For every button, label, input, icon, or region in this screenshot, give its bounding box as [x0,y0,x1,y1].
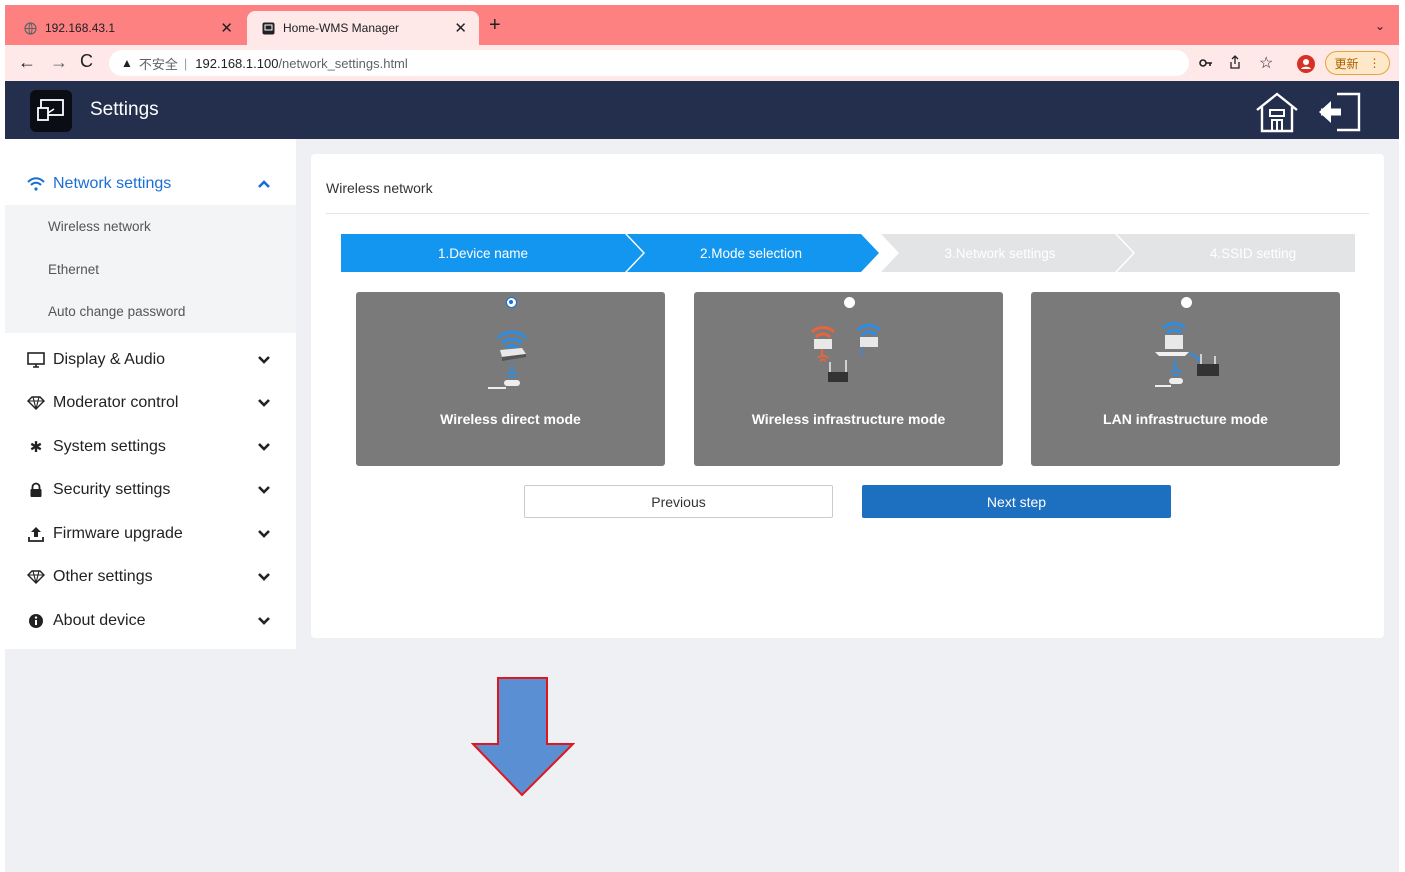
wireless-infrastructure-icon [798,316,898,402]
more-icon: ⋮ [1368,56,1381,70]
app-header: Settings [5,81,1399,139]
reload-icon[interactable]: C [80,51,93,71]
step-network-settings: 3.Network settings [944,245,1056,261]
sidebar-item-label: Display & Audio [53,351,166,368]
url-path: /network_settings.html [278,55,408,71]
browser-window: 192.168.43.1 ✕ Home-WMS Manager ✕ + ⌄ ← … [5,5,1399,872]
warning-icon: ▲ [121,56,133,70]
sidebar-item-label: Network settings [53,175,172,192]
close-icon[interactable]: ✕ [454,19,467,37]
divider [326,213,1369,214]
tab-title: 192.168.43.1 [45,21,116,35]
browser-tab-2[interactable]: Home-WMS Manager ✕ [247,11,479,45]
sidebar-item-system-settings[interactable]: ✱ System settings [5,426,296,468]
browser-tab-1[interactable]: 192.168.43.1 ✕ [9,11,245,45]
step-indicator: 1.Device name 2.Mode selection 3.Network… [341,234,1355,272]
browser-toolbar: ← → C ▲ 不安全 | 192.168.1.100 /network_set… [5,45,1399,81]
mode-label: Wireless infrastructure mode [751,411,946,427]
sidebar-item-about-device[interactable]: About device [5,600,296,642]
mode-radio[interactable] [844,297,855,308]
share-icon[interactable] [1229,55,1241,72]
sidebar-item-network-settings[interactable]: Network settings [5,163,296,205]
step-device-name: 1.Device name [437,245,529,261]
avatar[interactable] [1297,55,1315,73]
sidebar: Network settings Wireless network Ethern… [5,139,296,649]
mode-label: Wireless direct mode [440,411,581,427]
wireless-direct-icon [460,316,560,402]
submenu: Wireless network Ethernet Auto change pa… [5,205,296,333]
step-mode-selection: 2.Mode selection [699,245,803,261]
chevron-down-icon [256,395,272,411]
lan-infrastructure-icon [1135,316,1235,402]
lock-icon [27,481,45,499]
sidebar-item-label: Firmware upgrade [53,525,183,542]
sidebar-item-firmware-upgrade[interactable]: Firmware upgrade [5,513,296,555]
diamond-icon [27,394,45,412]
info-icon [27,612,45,630]
diamond-icon [27,568,45,586]
mode-card-wireless-infrastructure[interactable]: Wireless infrastructure mode [694,292,1003,466]
forward-icon[interactable]: → [50,52,68,72]
chevron-down-icon [256,439,272,455]
chevron-down-icon [256,482,272,498]
sidebar-item-label: System settings [53,438,166,455]
step-ssid-setting: 4.SSID setting [1209,245,1297,261]
app-favicon-icon [261,21,275,35]
chevron-down-icon [256,526,272,542]
new-tab-icon[interactable]: + [489,15,501,35]
chevron-down-icon[interactable]: ⌄ [1375,19,1385,33]
tab-title: Home-WMS Manager [283,21,400,35]
wifi-icon [27,175,45,193]
mode-radio[interactable] [1181,297,1192,308]
sidebar-subitem-wireless-network[interactable]: Wireless network [48,219,151,234]
mode-label: LAN infrastructure mode [1103,411,1268,427]
globe-icon [23,21,37,35]
chevron-down-icon [256,613,272,629]
update-button[interactable]: 更新 ⋮ [1325,51,1390,75]
star-icon[interactable]: ☆ [1259,53,1273,73]
mode-card-lan-infrastructure[interactable]: LAN infrastructure mode [1031,292,1340,466]
security-label: 不安全 [138,56,178,72]
chevron-up-icon [256,176,272,192]
close-icon[interactable]: ✕ [220,19,233,37]
mode-radio-selected[interactable] [506,297,517,308]
mode-card-wireless-direct[interactable]: Wireless direct mode [356,292,665,466]
sidebar-item-other-settings[interactable]: Other settings [5,556,296,598]
update-label: 更新 [1334,56,1359,71]
tab-bar: 192.168.43.1 ✕ Home-WMS Manager ✕ + ⌄ [5,5,1399,45]
previous-button[interactable]: Previous [524,485,833,518]
main-panel: Wireless network 1.Device name 2.Mode se… [311,154,1384,638]
upload-icon [27,525,45,543]
gear-icon: ✱ [29,439,43,456]
home-icon[interactable] [1253,90,1301,134]
page-title: Settings [90,99,159,120]
key-icon[interactable] [1199,55,1213,71]
sidebar-item-label: About device [53,612,146,629]
logout-icon[interactable] [1317,90,1365,134]
sidebar-item-label: Moderator control [53,394,179,411]
chevron-down-icon [256,352,272,368]
sidebar-item-security-settings[interactable]: Security settings [5,469,296,511]
monitor-icon [27,351,45,369]
panel-title: Wireless network [326,180,433,196]
sidebar-item-label: Other settings [53,568,153,585]
divider: | [183,55,188,71]
sidebar-item-moderator-control[interactable]: Moderator control [5,382,296,424]
sidebar-item-label: Security settings [53,481,171,498]
back-icon[interactable]: ← [18,52,36,72]
chevron-down-icon [256,569,272,585]
sidebar-subitem-ethernet[interactable]: Ethernet [48,262,99,277]
next-step-button[interactable]: Next step [862,485,1171,518]
app-logo-icon [30,90,72,132]
url-host: 192.168.1.100 [195,55,279,71]
down-arrow-icon [471,677,575,797]
sidebar-subitem-auto-change-password[interactable]: Auto change password [48,304,185,319]
address-bar[interactable]: ▲ 不安全 | 192.168.1.100 /network_settings.… [109,50,1189,76]
sidebar-item-display-audio[interactable]: Display & Audio [5,339,296,381]
